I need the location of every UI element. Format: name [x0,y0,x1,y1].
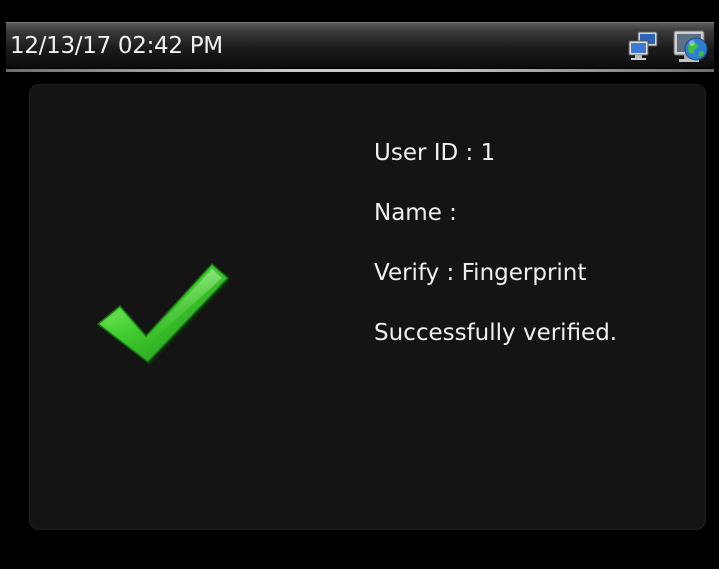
checkmark-icon [96,262,230,365]
status-bar-divider [6,69,714,72]
datetime: 12/13/17 02:42 PM [10,33,223,59]
network-icon [628,31,658,60]
verification-result-message: Successfully verified. [374,320,618,346]
verify-method-label: Verify : Fingerprint [374,260,587,286]
user-id-label: User ID : 1 [374,140,496,166]
globe-icon [673,30,708,62]
status-bar: 12/13/17 02:42 PM [6,22,714,72]
device-screen: 12/13/17 02:42 PM User ID: 1 Name: Ver… [0,0,719,569]
name-label: Name : [374,200,457,226]
